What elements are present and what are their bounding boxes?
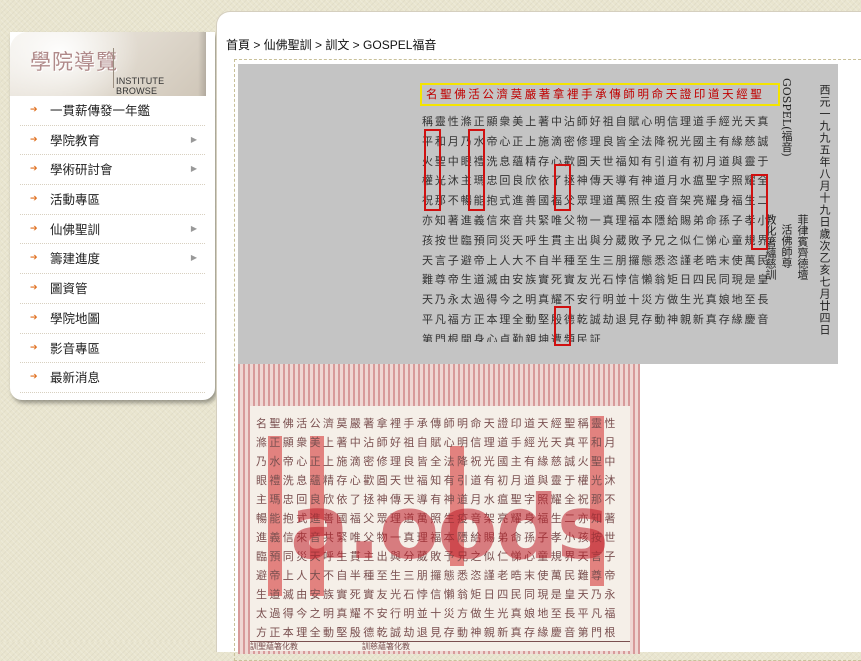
nav-item-library[interactable]: ➔ 圖資管 <box>20 274 205 304</box>
highlighted-verse-row: 名聖佛活公濟莫嚴著拿裡手承傳師明命天證印道天經聖 <box>420 83 780 106</box>
arrow-bullet-icon: ➔ <box>30 105 38 115</box>
arrow-bullet-icon: ➔ <box>30 342 38 353</box>
arrow-bullet-icon: ➔ <box>30 164 38 175</box>
nav-item-label: 最新消息 <box>50 370 101 386</box>
red-highlight-box <box>468 129 485 211</box>
nav-item-label: 圖資管 <box>50 281 88 297</box>
nav-item-label: 學院地圖 <box>50 310 101 326</box>
scripture-scan-gray: 西元一九九五年八月十九日歲次乙亥七月廿四日 GOSPEL(福音) 菲律賓齊德壇 … <box>238 64 838 364</box>
submenu-arrow-icon: ▶ <box>190 164 197 174</box>
arrow-bullet-icon: ➔ <box>30 312 38 323</box>
nav-item-label: 籌建進度 <box>50 251 101 267</box>
scripture-scan-original: 名聖佛活公濟莫嚴著拿裡手承傳師明命天證印道天經聖稱靈性滌正顯衆美上著中沾師好祖自… <box>238 364 640 654</box>
nav-item-news[interactable]: ➔ 最新消息 <box>20 363 205 393</box>
red-highlight-box <box>424 129 441 211</box>
signature-line-2: 活佛師尊 <box>780 224 793 268</box>
nav-item-media[interactable]: ➔ 影音專區 <box>20 334 205 364</box>
red-highlight-box <box>554 164 571 211</box>
signature-line-1: 菲律賓齊德壇 <box>796 214 809 280</box>
nav-list: ➔ 一貫薪傳發一年鑑 ➔ 學院教育 ▶ ➔ 學術研討會 ▶ ➔ 活動專區 ➔ 仙… <box>20 96 205 393</box>
left-sidebar: 學院導覽 INSTITUTE BROWSE ➔ 一貫薪傳發一年鑑 ➔ 學院教育 … <box>0 0 215 642</box>
arrow-bullet-icon: ➔ <box>30 194 38 205</box>
scan-caption: 訓聖蘊箸化教 訓慈蘊箸化教 <box>250 641 630 652</box>
header-shadow <box>198 32 206 96</box>
nav-subtitle: INSTITUTE BROWSE <box>116 76 165 96</box>
nav-item-label: 學院教育 <box>50 132 101 148</box>
watermark-text: a.oods <box>290 476 609 579</box>
nav-item-label: 活動專區 <box>50 192 101 208</box>
arrow-bullet-icon: ➔ <box>30 372 38 383</box>
breadcrumb: 首頁 > 仙佛聖訓 > 訓文 > GOSPEL福音 <box>226 38 437 52</box>
nav-item-holy-teachings[interactable]: ➔ 仙佛聖訓 ▶ <box>20 215 205 245</box>
submenu-arrow-icon: ▶ <box>190 223 197 233</box>
scan-inner: 名聖佛活公濟莫嚴著拿裡手承傳師明命天證印道天經聖稱靈性滌正顯衆美上著中沾師好祖自… <box>250 406 630 651</box>
nav-item-education[interactable]: ➔ 學院教育 ▶ <box>20 126 205 156</box>
navigation-panel: 學院導覽 INSTITUTE BROWSE ➔ 一貫薪傳發一年鑑 ➔ 學院教育 … <box>10 32 215 400</box>
arrow-bullet-icon: ➔ <box>30 223 38 234</box>
nav-item-label: 學術研討會 <box>50 162 113 178</box>
arrow-bullet-icon: ➔ <box>30 134 38 145</box>
submenu-arrow-icon: ▶ <box>190 253 197 263</box>
main-content: 首頁 > 仙佛聖訓 > 訓文 > GOSPEL福音 西元一九九五年八月十九日歲次… <box>216 11 861 661</box>
submenu-arrow-icon: ▶ <box>190 134 197 144</box>
nav-item-label: 影音專區 <box>50 340 101 356</box>
red-highlight-box <box>554 306 571 346</box>
date-text: 西元一九九五年八月十九日歲次乙亥七月廿四日 <box>818 84 831 336</box>
nav-item-construction[interactable]: ➔ 籌建進度 ▶ <box>20 244 205 275</box>
nav-item-label: 一貫薪傳發一年鑑 <box>50 103 151 118</box>
arrow-bullet-icon: ➔ <box>30 253 38 264</box>
title-divider <box>113 48 114 88</box>
red-highlight-box <box>751 174 768 250</box>
nav-header: 學院導覽 INSTITUTE BROWSE <box>10 32 206 96</box>
nav-item-yearbook[interactable]: ➔ 一貫薪傳發一年鑑 <box>20 96 205 126</box>
nav-title: 學院導覽 <box>30 50 118 74</box>
nav-item-symposium[interactable]: ➔ 學術研討會 ▶ <box>20 155 205 186</box>
nav-item-label: 仙佛聖訓 <box>50 221 101 237</box>
nav-item-map[interactable]: ➔ 學院地圖 <box>20 304 205 334</box>
arrow-bullet-icon: ➔ <box>30 283 38 294</box>
nav-item-activities[interactable]: ➔ 活動專區 <box>20 185 205 215</box>
gospel-title: GOSPEL(福音) <box>780 78 793 157</box>
